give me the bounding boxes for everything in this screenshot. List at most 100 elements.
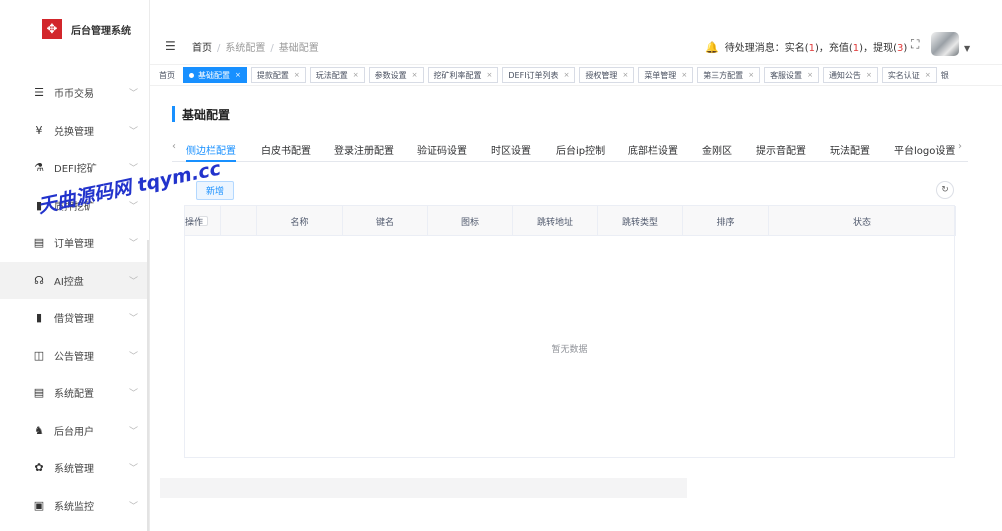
wallet-icon: ▮ — [35, 311, 43, 325]
sidebar-item-label: 后台用户 — [54, 426, 94, 438]
breadcrumb: 首页 / 系统配置 / 基础配置 — [192, 39, 319, 54]
sidebar-scrollbar[interactable] — [147, 240, 149, 531]
sidebar-item[interactable]: ✿ 系统管理 ﹀ — [0, 449, 149, 487]
close-icon[interactable]: × — [622, 71, 628, 79]
sidebar-item[interactable]: ⚗ DEFI挖矿 ﹀ — [0, 149, 149, 187]
mining-icon: ⚗ — [34, 161, 44, 175]
config-tab[interactable]: 玩法配置 — [830, 142, 870, 157]
document-icon: ▤ — [33, 236, 45, 250]
tag-item[interactable]: 第三方配置 × — [697, 67, 761, 83]
close-icon[interactable]: × — [487, 71, 493, 79]
fullscreen-icon[interactable]: ⛶ — [911, 37, 919, 52]
tag-item[interactable]: 通知公告 × — [822, 67, 878, 83]
refresh-icon[interactable]: ↻ — [936, 181, 954, 199]
tag-item[interactable]: 实名认证 × — [881, 67, 937, 83]
sidebar-item-label: 质押挖矿 — [54, 201, 94, 213]
tag-item[interactable]: 玩法配置 × — [309, 67, 365, 83]
sidebar-menu: ☰ 币币交易 ﹀ ¥ 兑换管理 ﹀ ⚗ DEFI挖矿 ﹀ ▮ 质押挖矿 ﹀ ▤ 订单管理 ﹀ ☊ AI控盘 ﹀ ▮ 借… — [0, 74, 149, 525]
close-icon[interactable]: × — [748, 71, 754, 79]
tabs-next-icon[interactable]: › — [958, 141, 962, 152]
sidebar-item-label: 公告管理 — [54, 351, 94, 363]
column-header: 跳转类型 — [598, 206, 683, 236]
config-tab[interactable]: 侧边栏配置 — [186, 142, 236, 157]
tag-label: 首页 — [159, 70, 175, 80]
config-tab[interactable]: 平台logo设置 — [894, 142, 955, 157]
config-tabs: ‹ › 侧边栏配置 白皮书配置 登录注册配置 验证码设置 时区设置 后台ip控制 底部栏设置… — [172, 138, 968, 162]
config-tab[interactable]: 时区设置 — [491, 142, 531, 157]
config-tab[interactable]: 白皮书配置 — [261, 142, 311, 157]
chevron-down-icon: ﹀ — [128, 389, 138, 400]
tag-label: 提款配置 — [256, 70, 289, 80]
chevron-down-icon: ﹀ — [128, 426, 138, 437]
data-table: 名称 键名 图标 跳转地址 跳转类型 排序 状态 操作 暂无数据 — [184, 205, 956, 458]
close-icon[interactable]: × — [681, 71, 687, 79]
close-icon[interactable]: × — [294, 71, 300, 79]
tag-item[interactable]: 首页 — [159, 67, 179, 83]
close-icon[interactable]: × — [925, 71, 931, 79]
chevron-down-icon: ﹀ — [128, 89, 138, 100]
tag-item[interactable]: DEFI订单列表 × — [502, 67, 576, 83]
tag-label: 授权管理 — [585, 70, 618, 80]
chevron-down-icon: ﹀ — [128, 464, 138, 475]
tag-item[interactable]: 银 — [940, 67, 953, 83]
tag-label: 实名认证 — [887, 70, 920, 80]
breadcrumb-system-config[interactable]: 系统配置 — [225, 43, 265, 54]
sidebar-item[interactable]: ☊ AI控盘 ﹀ — [0, 261, 149, 299]
close-icon[interactable]: × — [412, 71, 418, 79]
chevron-down-icon: ﹀ — [128, 201, 138, 212]
close-icon[interactable]: × — [564, 71, 570, 79]
config-tab[interactable]: 验证码设置 — [417, 142, 467, 157]
active-dot-icon — [189, 72, 194, 78]
sidebar-item[interactable]: ▣ 系统监控 ﹀ — [0, 487, 149, 525]
tag-item[interactable]: 参数设置 × — [368, 67, 424, 83]
sidebar-item[interactable]: ¥ 兑换管理 ﹀ — [0, 112, 149, 150]
close-icon[interactable]: × — [235, 71, 241, 79]
tag-item[interactable]: 基础配置 × — [183, 67, 247, 83]
close-icon[interactable]: × — [353, 71, 359, 79]
sidebar-item[interactable]: ▮ 借贷管理 ﹀ — [0, 299, 149, 337]
config-tab[interactable]: 登录注册配置 — [334, 142, 394, 157]
add-button[interactable]: 新增 — [196, 181, 234, 200]
tag-item[interactable]: 挖矿利率配置 × — [427, 67, 499, 83]
sidebar-item[interactable]: ▤ 系统配置 ﹀ — [0, 374, 149, 412]
sidebar-item-label: AI控盘 — [54, 276, 84, 288]
tag-item[interactable]: 授权管理 × — [579, 67, 635, 83]
tag-label: 通知公告 — [828, 70, 861, 80]
sidebar-item[interactable]: ▮ 质押挖矿 ﹀ — [0, 187, 149, 225]
tags-view: 首页 基础配置 × 提款配置 × 玩法配置 × 参数设置 × 挖矿利率配置 × DEFI订单列表 × 授权… — [150, 64, 1002, 86]
tag-label: 银 — [940, 70, 949, 80]
yen-icon: ¥ — [35, 123, 43, 137]
sidebar-item-label: 订单管理 — [54, 239, 94, 251]
tag-item[interactable]: 客服设置 × — [764, 67, 819, 83]
chevron-down-icon: ﹀ — [128, 126, 138, 137]
chevron-down-icon[interactable]: ▼ — [964, 44, 970, 53]
pending-notice[interactable]: 🔔 待处理消息：实名(1)，充值(1)，提现(3) — [705, 39, 907, 54]
sidebar-item[interactable]: ▤ 订单管理 ﹀ — [0, 224, 149, 262]
tag-item[interactable]: 菜单管理 × — [638, 67, 694, 83]
sidebar-item-label: 系统配置 — [54, 389, 94, 401]
sidebar-item[interactable]: ◫ 公告管理 ﹀ — [0, 337, 149, 375]
sidebar-item[interactable]: ☰ 币币交易 ﹀ — [0, 74, 149, 112]
page-title: 基础配置 — [172, 106, 230, 122]
close-icon[interactable]: × — [866, 71, 872, 79]
sidebar-item[interactable]: ♞ 后台用户 ﹀ — [0, 412, 149, 450]
sidebar-item-label: DEFI挖矿 — [54, 164, 97, 176]
config-tab[interactable]: 金刚区 — [702, 142, 732, 157]
column-header: 键名 — [343, 206, 428, 236]
config-tab[interactable]: 后台ip控制 — [556, 142, 605, 157]
avatar[interactable] — [931, 32, 959, 56]
tabs-prev-icon[interactable]: ‹ — [172, 141, 176, 152]
column-header: 排序 — [683, 206, 769, 236]
logo-icon: ✥ — [42, 19, 62, 39]
announcement-icon: ◫ — [33, 348, 45, 362]
menu-fold-icon[interactable]: ☰ — [165, 39, 176, 53]
config-tab[interactable]: 底部栏设置 — [628, 142, 678, 157]
expand-column — [221, 206, 257, 236]
column-header: 状态 — [769, 206, 956, 236]
config-tab[interactable]: 提示音配置 — [756, 142, 806, 157]
column-header: 图标 — [428, 206, 513, 236]
tag-item[interactable]: 提款配置 × — [250, 67, 306, 83]
sidebar-item-label: 系统管理 — [54, 464, 94, 476]
close-icon[interactable]: × — [807, 71, 813, 79]
breadcrumb-home[interactable]: 首页 — [192, 43, 212, 54]
